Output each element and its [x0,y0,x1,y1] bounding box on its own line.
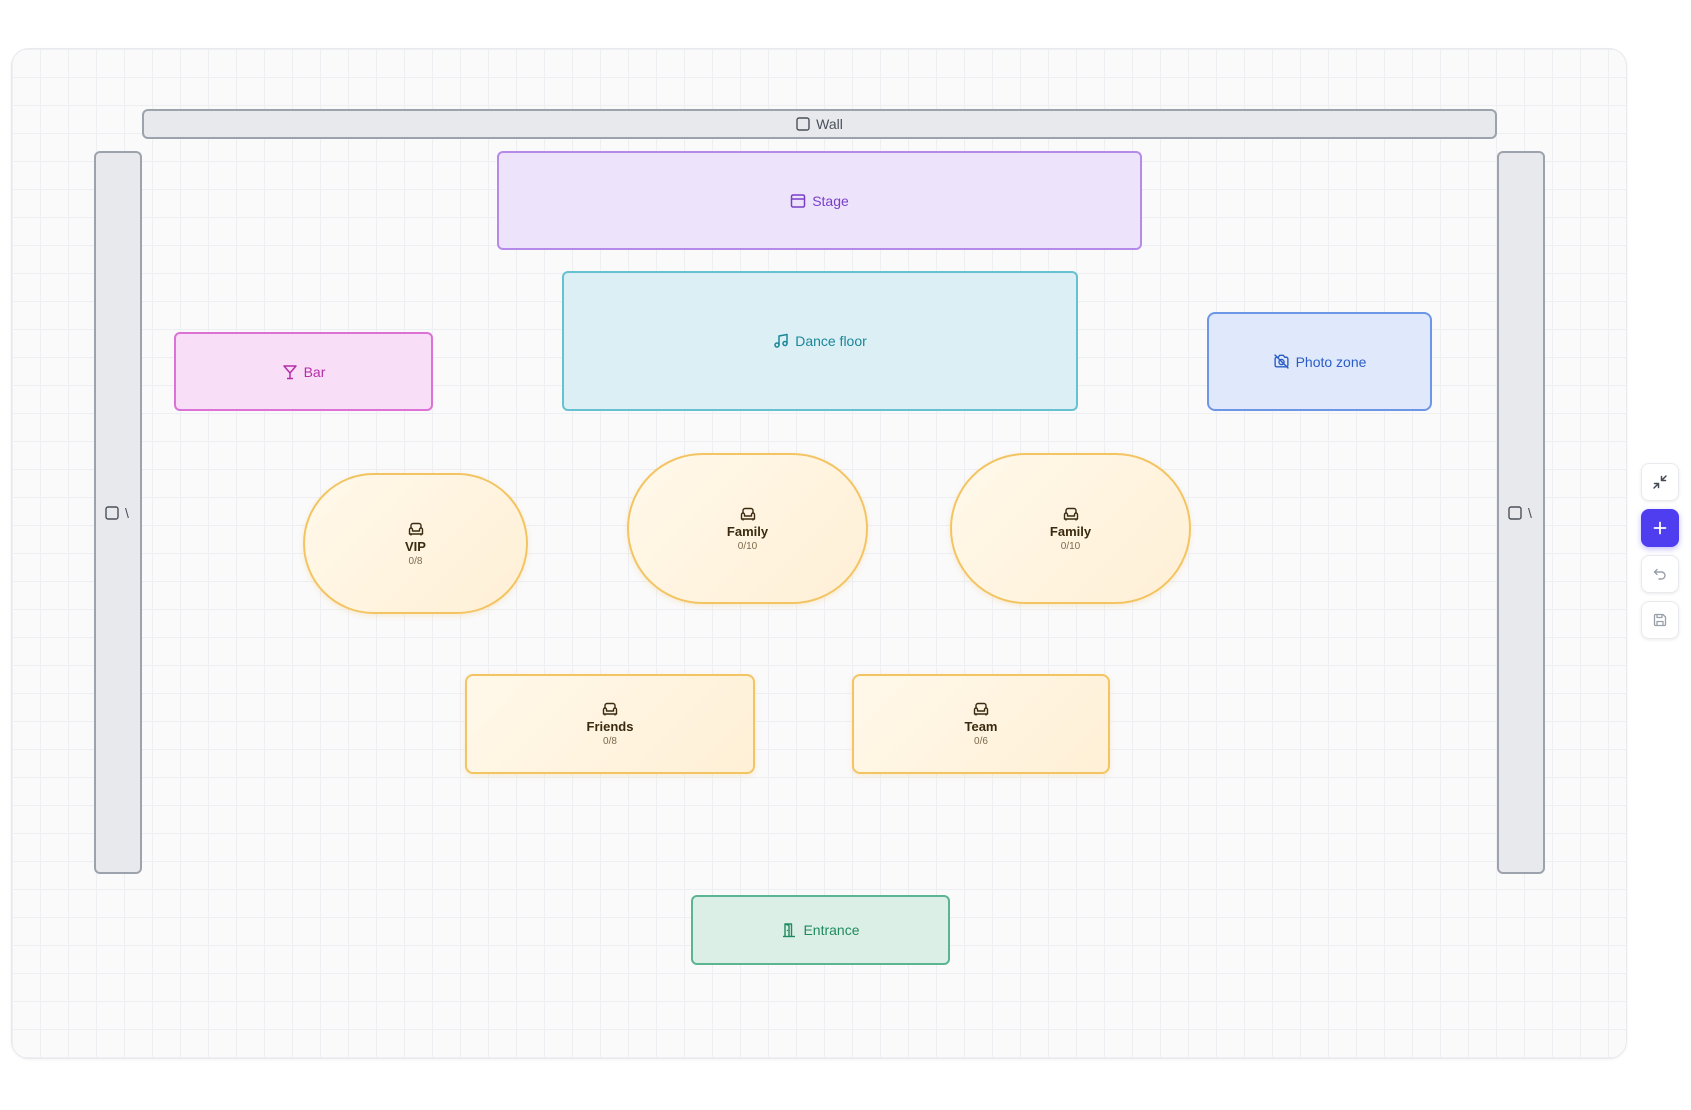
square-icon [1508,505,1522,520]
zone-label: Entrance [803,922,860,938]
table-name: Team [964,719,998,734]
sofa-icon [740,507,755,520]
table-name: VIP [405,538,426,554]
minimize-icon [1653,475,1667,489]
square-icon [105,505,119,520]
zone-photo[interactable]: Photo zone [1207,312,1432,411]
collapse-button[interactable] [1641,463,1679,501]
table-vip[interactable]: VIP 0/8 [303,473,528,614]
sofa-icon [408,522,423,535]
wall-label: \ [1528,504,1532,521]
wall-left[interactable]: \ [94,151,142,874]
sofa-icon [602,702,618,716]
table-family-1[interactable]: Family 0/10 [627,453,868,604]
undo-button[interactable] [1641,555,1679,593]
table-capacity: 0/10 [1060,540,1081,552]
zone-label: Photo zone [1295,353,1367,370]
table-friends[interactable]: Friends 0/8 [465,674,755,774]
table-capacity: 0/10 [737,540,758,552]
zone-bar[interactable]: Bar [174,332,433,411]
zone-label: Dance floor [795,333,867,349]
zone-dance-floor[interactable]: Dance floor [562,271,1078,411]
wall-label: \ [125,504,129,521]
table-capacity: 0/8 [603,736,617,747]
cocktail-glass-icon [282,364,297,379]
zone-label: Bar [303,363,326,380]
zone-label: Stage [812,192,849,209]
zone-entrance[interactable]: Entrance [691,895,950,965]
wall-label: Wall [816,116,843,132]
canvas-toolbar [1641,463,1679,639]
table-name: Family [726,523,769,539]
table-capacity: 0/8 [408,555,423,567]
square-icon [796,117,810,131]
stage-icon [790,193,806,208]
table-name: Friends [586,719,634,734]
save-icon [1653,613,1667,627]
table-team[interactable]: Team 0/6 [852,674,1110,774]
plus-icon [1653,521,1667,535]
sofa-icon [1063,507,1078,520]
table-name: Family [1049,523,1092,539]
camera-off-icon [1273,354,1289,369]
save-button[interactable] [1641,601,1679,639]
sofa-icon [973,702,989,716]
floor-plan-canvas[interactable]: Wall \ \ Stage Dance floor Bar Photo zon… [11,48,1627,1059]
wall-right[interactable]: \ [1497,151,1545,874]
undo-icon [1653,568,1666,580]
add-element-button[interactable] [1641,509,1679,547]
table-family-2[interactable]: Family 0/10 [950,453,1191,604]
zone-stage[interactable]: Stage [497,151,1142,250]
table-capacity: 0/6 [974,736,988,747]
music-note-icon [774,333,788,348]
wall-top[interactable]: Wall [142,109,1497,139]
door-open-icon [783,923,796,938]
